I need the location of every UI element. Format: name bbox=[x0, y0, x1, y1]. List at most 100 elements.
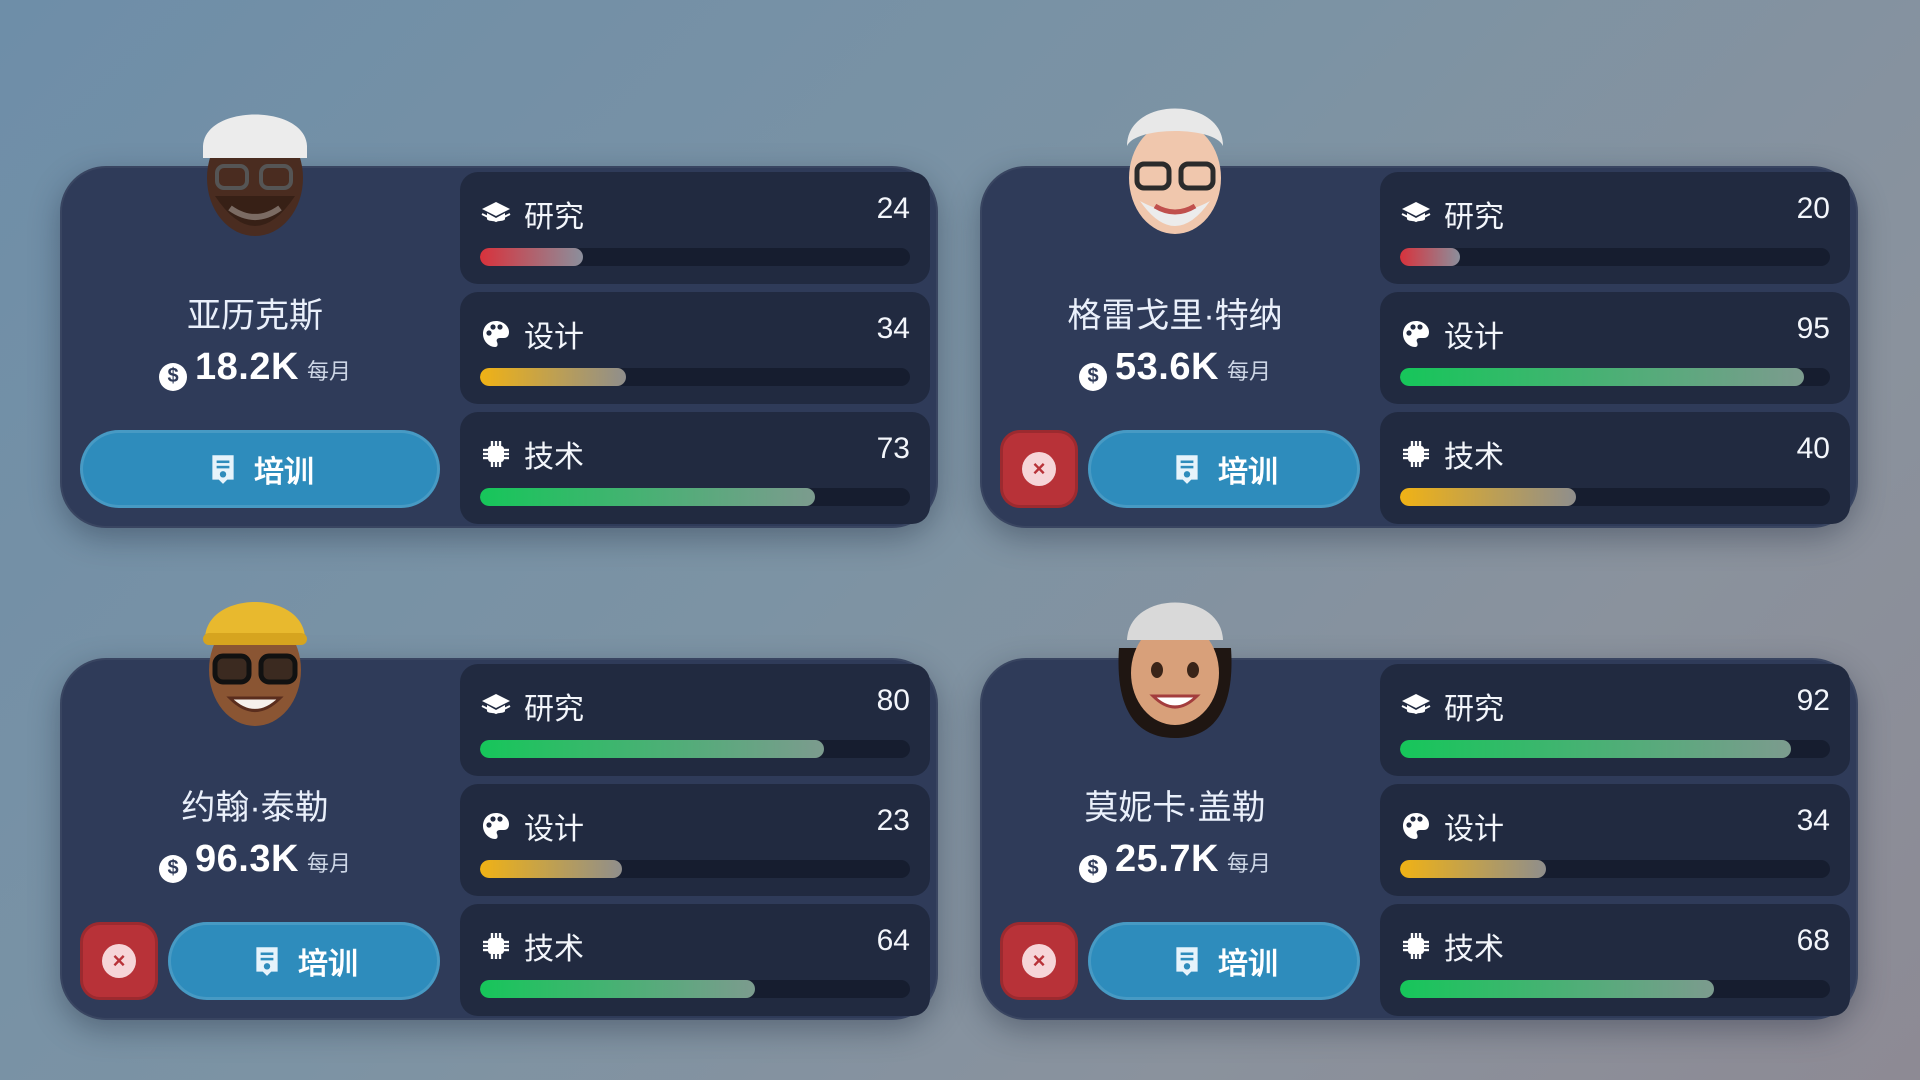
avatar bbox=[1118, 602, 1232, 738]
graduation-cap-icon bbox=[480, 690, 512, 722]
salary-amount: 25.7K bbox=[1115, 838, 1219, 880]
graduation-cap-icon bbox=[1400, 198, 1432, 230]
stat-design: 设计 23 bbox=[460, 784, 930, 896]
dollar-coin-icon: $ bbox=[159, 854, 188, 883]
stat-value: 80 bbox=[876, 684, 910, 717]
progress-track bbox=[480, 860, 910, 878]
salary-period: 每月 bbox=[306, 851, 351, 876]
stat-label: 技术 bbox=[524, 441, 584, 474]
progress-track bbox=[480, 248, 910, 266]
progress-track bbox=[1400, 860, 1830, 878]
employee-card: 莫妮卡·盖勒 $ 25.7K 每月 × 培训 研究 92 设计 34 技术 68 bbox=[980, 602, 1858, 1020]
remove-button[interactable]: × bbox=[1000, 922, 1078, 1000]
employee-info: 格雷戈里·特纳 $ 53.6K 每月 × 培训 bbox=[980, 108, 1370, 528]
remove-button[interactable]: × bbox=[1000, 430, 1078, 508]
avatar bbox=[203, 114, 307, 236]
stat-value: 34 bbox=[1796, 804, 1830, 837]
employee-card: 格雷戈里·特纳 $ 53.6K 每月 × 培训 研究 20 设计 95 技术 4… bbox=[980, 108, 1858, 528]
stat-label: 技术 bbox=[1444, 441, 1504, 474]
progress-fill bbox=[480, 980, 756, 998]
employee-name: 约翰·泰勒 bbox=[181, 789, 329, 827]
stat-label: 研究 bbox=[1444, 201, 1504, 234]
stat-label: 研究 bbox=[1444, 693, 1504, 726]
salary-amount: 96.3K bbox=[195, 838, 299, 880]
skill-stats: 研究 80 设计 23 技术 64 bbox=[460, 664, 930, 1024]
palette-icon bbox=[1400, 318, 1432, 350]
stat-label: 研究 bbox=[524, 693, 584, 726]
chip-icon bbox=[1400, 930, 1432, 962]
progress-fill bbox=[480, 248, 584, 266]
salary: $ 25.7K 每月 bbox=[980, 838, 1370, 883]
stat-value: 34 bbox=[876, 312, 910, 345]
salary-period: 每月 bbox=[1226, 359, 1271, 384]
stat-label: 设计 bbox=[524, 813, 584, 846]
stat-value: 92 bbox=[1796, 684, 1830, 717]
progress-fill bbox=[480, 368, 627, 386]
employee-name: 莫妮卡·盖勒 bbox=[1084, 789, 1266, 827]
stat-label: 设计 bbox=[1444, 813, 1504, 846]
skill-stats: 研究 24 设计 34 技术 73 bbox=[460, 172, 930, 532]
progress-fill bbox=[1400, 488, 1577, 506]
card-actions: × 培训 bbox=[80, 922, 440, 1000]
skill-stats: 研究 20 设计 95 技术 40 bbox=[1380, 172, 1850, 532]
stat-value: 23 bbox=[876, 804, 910, 837]
stat-label: 设计 bbox=[524, 321, 584, 354]
close-icon: × bbox=[1022, 452, 1056, 486]
employee-card: 约翰·泰勒 $ 96.3K 每月 × 培训 研究 80 设计 23 技术 64 bbox=[60, 602, 938, 1020]
progress-track bbox=[1400, 488, 1830, 506]
stat-research: 研究 20 bbox=[1380, 172, 1850, 284]
chip-icon bbox=[480, 930, 512, 962]
stat-research: 研究 24 bbox=[460, 172, 930, 284]
progress-track bbox=[1400, 368, 1830, 386]
avatar bbox=[203, 602, 307, 726]
salary-period: 每月 bbox=[1226, 851, 1271, 876]
stat-value: 20 bbox=[1796, 192, 1830, 225]
train-button[interactable]: 培训 bbox=[1088, 922, 1360, 1000]
progress-fill bbox=[1400, 860, 1547, 878]
salary-amount: 18.2K bbox=[195, 346, 299, 388]
stat-label: 研究 bbox=[524, 201, 584, 234]
salary-period: 每月 bbox=[306, 359, 351, 384]
stat-value: 73 bbox=[876, 432, 910, 465]
progress-track bbox=[1400, 740, 1830, 758]
avatar bbox=[1127, 108, 1223, 234]
stat-value: 95 bbox=[1796, 312, 1830, 345]
stat-tech: 技术 64 bbox=[460, 904, 930, 1016]
employee-name: 亚历克斯 bbox=[187, 297, 323, 335]
stat-research: 研究 92 bbox=[1380, 664, 1850, 776]
train-button[interactable]: 培训 bbox=[80, 430, 440, 508]
chip-icon bbox=[480, 438, 512, 470]
progress-fill bbox=[480, 488, 816, 506]
salary: $ 18.2K 每月 bbox=[60, 346, 450, 391]
progress-fill bbox=[1400, 248, 1461, 266]
stat-value: 24 bbox=[876, 192, 910, 225]
train-label: 培训 bbox=[1218, 456, 1278, 489]
card-actions: × 培训 bbox=[1000, 430, 1360, 508]
progress-fill bbox=[1400, 980, 1714, 998]
stat-label: 设计 bbox=[1444, 321, 1504, 354]
train-button[interactable]: 培训 bbox=[168, 922, 440, 1000]
palette-icon bbox=[1400, 810, 1432, 842]
certificate-icon bbox=[1170, 944, 1204, 978]
card-actions: × 培训 bbox=[1000, 922, 1360, 1000]
remove-button[interactable]: × bbox=[80, 922, 158, 1000]
stat-value: 68 bbox=[1796, 924, 1830, 957]
salary: $ 53.6K 每月 bbox=[980, 346, 1370, 391]
employee-info: 亚历克斯 $ 18.2K 每月 培训 bbox=[60, 114, 450, 528]
salary-amount: 53.6K bbox=[1115, 346, 1219, 388]
card-actions: 培训 bbox=[80, 430, 440, 508]
train-button[interactable]: 培训 bbox=[1088, 430, 1360, 508]
salary: $ 96.3K 每月 bbox=[60, 838, 450, 883]
progress-fill bbox=[1400, 368, 1805, 386]
palette-icon bbox=[480, 318, 512, 350]
dollar-coin-icon: $ bbox=[1079, 362, 1108, 391]
stat-label: 技术 bbox=[524, 933, 584, 966]
stat-value: 64 bbox=[876, 924, 910, 957]
stat-label: 技术 bbox=[1444, 933, 1504, 966]
stat-tech: 技术 73 bbox=[460, 412, 930, 524]
train-label: 培训 bbox=[254, 456, 314, 489]
stat-design: 设计 34 bbox=[460, 292, 930, 404]
stat-design: 设计 95 bbox=[1380, 292, 1850, 404]
employee-card: 亚历克斯 $ 18.2K 每月 培训 研究 24 设计 34 技术 73 bbox=[60, 114, 938, 528]
stat-tech: 技术 68 bbox=[1380, 904, 1850, 1016]
